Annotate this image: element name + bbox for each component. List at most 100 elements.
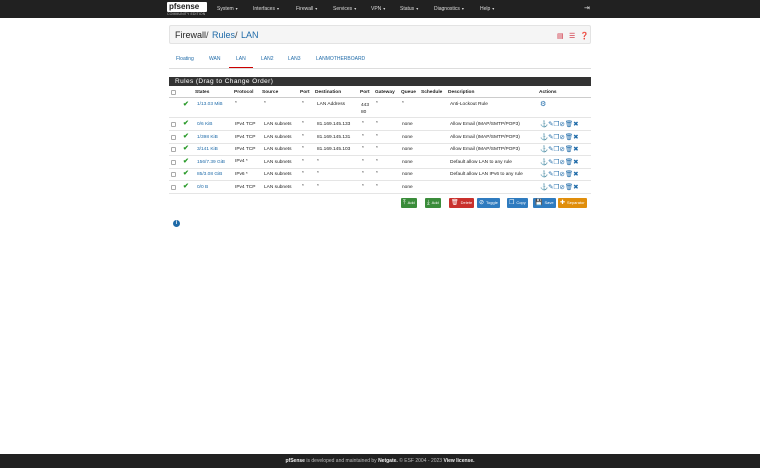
tab-lan[interactable]: LAN <box>229 56 253 68</box>
rule-destination-port: 443 80 <box>361 103 370 115</box>
row-checkbox[interactable] <box>171 160 176 165</box>
select-all-checkbox[interactable] <box>171 90 176 95</box>
tab-lan2[interactable]: LAN2 <box>261 56 274 62</box>
menu-status[interactable]: Status ▾ <box>400 6 418 12</box>
row-actions: ⚓✎❐⊘🗑✖ <box>540 158 579 166</box>
rule-states[interactable]: 0/6 KiB <box>197 122 212 127</box>
top-navbar: pfsense COMMUNITY EDITION System ▾ Interf… <box>0 0 760 18</box>
rule-description: Allow Email (IMAP/SMTP/POP3) <box>450 147 520 152</box>
separator-button[interactable]: ✚ Separator <box>558 198 587 208</box>
rule-states[interactable]: 1/398 KiB <box>197 135 218 140</box>
tab-wan[interactable]: WAN <box>209 56 220 62</box>
rule-destination-port: * <box>362 134 364 139</box>
row-checkbox[interactable] <box>171 135 176 140</box>
rule-protocol: IPv6 * <box>235 172 248 177</box>
menu-vpn[interactable]: VPN ▾ <box>371 6 385 12</box>
rule-queue: none <box>402 172 413 177</box>
delete-icon[interactable]: 🗑 <box>565 121 573 128</box>
chart-icon[interactable]: ▤ <box>557 32 564 40</box>
row-checkbox[interactable] <box>171 185 176 190</box>
delete-icon[interactable]: 🗑 <box>565 146 573 153</box>
menu-help[interactable]: Help ▾ <box>480 6 494 12</box>
anchor-icon[interactable]: ⚓ <box>540 146 548 153</box>
rule-states[interactable]: 85/3.08 GiB <box>197 172 222 177</box>
menu-system[interactable]: System ▾ <box>217 6 238 12</box>
anchor-icon[interactable]: ⚓ <box>540 134 548 141</box>
row-checkbox[interactable] <box>171 147 176 152</box>
tab-floating[interactable]: Floating <box>176 56 194 62</box>
anchor-icon[interactable]: ⚓ <box>540 159 548 166</box>
pass-check-icon: ✔ <box>183 183 189 190</box>
pass-check-icon: ✔ <box>183 158 189 165</box>
chevron-down-icon: ▾ <box>416 6 419 11</box>
rule-states[interactable]: 1/13.03 MiB <box>197 102 223 107</box>
delete-icon[interactable]: 🗑 <box>565 171 573 178</box>
rule-states[interactable]: 0/0 B <box>197 185 208 190</box>
pfsense-logo[interactable]: pfsense COMMUNITY EDITION <box>167 2 207 17</box>
close-icon[interactable]: ✖ <box>573 184 578 191</box>
pass-check-icon: ✔ <box>183 120 189 127</box>
rule-destination: * <box>317 171 319 176</box>
add-bottom-button[interactable]: ⤓ Add <box>425 198 441 208</box>
rule-queue: none <box>402 160 413 165</box>
footer-license-link[interactable]: View license. <box>443 458 474 464</box>
separator-label: Separator <box>567 200 585 206</box>
menu-system-label: System <box>217 6 234 12</box>
menu-diagnostics[interactable]: Diagnostics ▾ <box>434 6 464 12</box>
row-actions: ⚓✎❐⊘🗑✖ <box>540 145 579 153</box>
rule-description: Default allow LAN to any rule <box>450 160 512 165</box>
rule-protocol: * <box>235 101 237 106</box>
rule-protocol: IPv4 TCP <box>235 185 256 190</box>
breadcrumb-sep: / <box>235 30 238 40</box>
ban-icon: ⊘ <box>479 200 485 206</box>
menu-interfaces[interactable]: Interfaces ▾ <box>253 6 279 12</box>
footer-company-link[interactable]: Netgate. <box>378 458 398 464</box>
save-button[interactable]: 💾 Save <box>533 198 556 208</box>
chevron-down-icon: ▾ <box>461 6 464 11</box>
delete-icon[interactable]: 🗑 <box>565 134 573 141</box>
col-description: Description <box>448 90 475 95</box>
rule-destination-port: * <box>362 184 364 189</box>
tab-lanmotherboard[interactable]: LANMOTHERBOARD <box>316 56 365 62</box>
chevron-down-icon: ▾ <box>315 6 318 11</box>
delete-button[interactable]: 🗑 Delete <box>449 198 475 208</box>
row-actions: ⚓✎❐⊘🗑✖ <box>540 170 579 178</box>
list-icon[interactable]: ☰ <box>569 32 575 40</box>
gear-icon[interactable]: ⚙ <box>540 100 546 108</box>
table-row <box>169 144 591 156</box>
close-icon[interactable]: ✖ <box>573 159 578 166</box>
menu-diagnostics-label: Diagnostics <box>434 6 460 12</box>
menu-services[interactable]: Services ▾ <box>333 6 356 12</box>
rule-source: LAN subnets <box>264 122 292 127</box>
close-icon[interactable]: ✖ <box>573 134 578 141</box>
breadcrumb-rules[interactable]: Rules/ <box>212 30 238 40</box>
add-top-button[interactable]: ⤒ Add <box>401 198 417 208</box>
rule-gateway: * <box>376 159 378 164</box>
anchor-icon[interactable]: ⚓ <box>540 171 548 178</box>
close-icon[interactable]: ✖ <box>573 146 578 153</box>
anchor-icon[interactable]: ⚓ <box>540 121 548 128</box>
rule-states[interactable]: 3/141 KiB <box>197 147 218 152</box>
tab-lan3[interactable]: LAN3 <box>288 56 301 62</box>
menu-firewall[interactable]: Firewall ▾ <box>296 6 317 12</box>
rule-description: Anti-Lockout Rule <box>450 102 488 107</box>
info-icon[interactable]: i <box>173 220 180 227</box>
close-icon[interactable]: ✖ <box>573 121 578 128</box>
row-checkbox[interactable] <box>171 172 176 177</box>
help-icon[interactable]: ❓ <box>580 32 589 40</box>
copy-icon: ❐ <box>509 200 515 206</box>
toggle-button[interactable]: ⊘ Toggle <box>477 198 500 208</box>
rule-states[interactable]: 156/7.39 GiB <box>197 160 225 165</box>
rule-description: Default allow LAN IPv6 to any rule <box>450 172 523 177</box>
row-checkbox[interactable] <box>171 122 176 127</box>
table-row <box>169 131 591 144</box>
copy-button[interactable]: ❐ Copy <box>507 198 528 208</box>
logout-icon[interactable]: ⇥ <box>584 5 591 12</box>
anchor-icon[interactable]: ⚓ <box>540 184 548 191</box>
chevron-down-icon: ▾ <box>383 6 386 11</box>
close-icon[interactable]: ✖ <box>573 171 578 178</box>
delete-icon[interactable]: 🗑 <box>565 184 573 191</box>
breadcrumb-lan[interactable]: LAN <box>241 30 259 40</box>
delete-icon[interactable]: 🗑 <box>565 159 573 166</box>
rule-destination-port: * <box>362 146 364 151</box>
